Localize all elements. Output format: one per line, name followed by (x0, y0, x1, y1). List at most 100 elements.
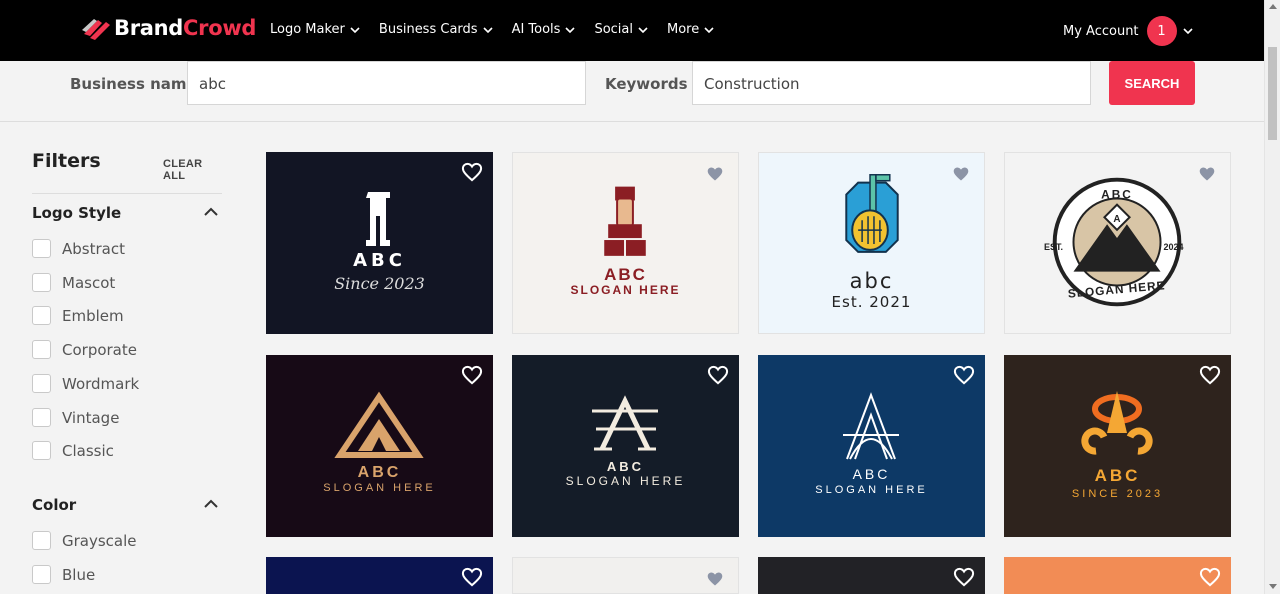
chevron-up-icon[interactable] (204, 499, 218, 508)
logo-tagline: SLOGAN HERE (323, 482, 436, 494)
scroll-thumb[interactable] (1268, 47, 1277, 140)
nav-label: Logo Maker (270, 22, 345, 37)
color-heading[interactable]: Color (32, 496, 76, 514)
logo-style-heading[interactable]: Logo Style (32, 204, 121, 222)
heart-icon[interactable] (952, 166, 970, 182)
filter-option-classic[interactable]: Classic (32, 441, 114, 460)
scroll-up-arrow-icon[interactable] (1269, 4, 1277, 9)
logo-name: ABC (1094, 466, 1141, 485)
logo-card[interactable]: ABC SLOGAN HERE (512, 152, 739, 334)
filter-option-mascot[interactable]: Mascot (32, 273, 115, 292)
badge-right-text: 2024 (1163, 242, 1184, 252)
filter-option-corporate[interactable]: Corporate (32, 340, 137, 359)
logo-name: ABC (357, 464, 402, 481)
brandcrowd-logo[interactable]: BrandCrowd (80, 14, 256, 42)
logo-card[interactable]: A ABC SLOGAN HERE EST. 2024 (1004, 152, 1231, 334)
search-button[interactable]: SEARCH (1109, 61, 1195, 105)
checkbox[interactable] (32, 408, 51, 427)
logo-preview (843, 392, 899, 460)
notification-badge[interactable]: 1 (1146, 16, 1177, 46)
divider (32, 193, 222, 194)
filter-option-grayscale[interactable]: Grayscale (32, 531, 137, 550)
checkbox[interactable] (32, 273, 51, 292)
filter-option-wordmark[interactable]: Wordmark (32, 374, 139, 393)
keywords-input[interactable]: Construction (692, 61, 1091, 105)
logo-preview (1081, 391, 1153, 455)
nav-label: AI Tools (511, 22, 561, 37)
heart-icon[interactable] (706, 571, 724, 587)
chevron-down-icon (350, 26, 360, 33)
nav-ai-tools[interactable]: AI Tools (512, 22, 576, 37)
nav-logo-maker[interactable]: Logo Maker (270, 22, 360, 37)
logo-name: abc (849, 269, 894, 293)
nav-social[interactable]: Social (594, 22, 648, 37)
nav-more[interactable]: More (667, 22, 714, 37)
chevron-down-icon (565, 26, 576, 33)
logo-card[interactable] (1004, 557, 1231, 594)
heart-icon[interactable] (706, 166, 724, 182)
option-label: Corporate (62, 340, 137, 359)
checkbox[interactable] (32, 374, 51, 393)
option-label: Vintage (62, 408, 120, 427)
logo-preview (592, 395, 658, 451)
heart-icon[interactable] (1198, 166, 1216, 182)
heart-icon[interactable] (707, 365, 729, 385)
logo-tagline: SLOGAN HERE (570, 283, 681, 297)
nav-business-cards[interactable]: Business Cards (379, 22, 493, 37)
logo-card[interactable] (266, 557, 493, 594)
scroll-down-arrow-icon[interactable] (1269, 584, 1277, 589)
logo-card[interactable]: abc Est. 2021 (758, 152, 985, 334)
chevron-down-icon (638, 26, 648, 33)
checkbox[interactable] (32, 531, 51, 550)
option-label: Mascot (62, 273, 116, 292)
logo-card[interactable]: ABC Since 2023 (266, 152, 493, 334)
filter-option-vintage[interactable]: Vintage (32, 408, 119, 427)
logo-preview (334, 391, 424, 458)
checkbox[interactable] (32, 441, 51, 460)
logo-card[interactable] (758, 557, 985, 594)
heart-icon[interactable] (461, 365, 483, 385)
svg-text:ABC: ABC (1101, 187, 1133, 201)
heart-icon[interactable] (953, 567, 975, 587)
heart-icon[interactable] (1199, 567, 1221, 587)
logo-preview (366, 192, 390, 246)
filter-option-abstract[interactable]: Abstract (32, 239, 125, 258)
logo-card[interactable]: ABC SLOGAN HERE (266, 355, 493, 537)
my-account-menu[interactable]: My Account 1 (1063, 16, 1193, 46)
nav-label: More (667, 22, 700, 37)
keywords-label: Keywords (605, 75, 688, 93)
logo-tagline: Since 2023 (334, 274, 425, 293)
checkbox[interactable] (32, 239, 51, 258)
logo-card[interactable]: ABC SLOGAN HERE (512, 355, 739, 537)
logo-name: ABC (852, 466, 891, 482)
logo-tagline: SLOGAN HERE (565, 474, 686, 488)
chevron-up-icon[interactable] (204, 207, 218, 216)
logo-card[interactable]: ABC SINCE 2023 (1004, 355, 1231, 537)
checkbox[interactable] (32, 565, 51, 584)
business-name-input[interactable]: abc (187, 61, 586, 105)
my-account-label: My Account (1063, 23, 1139, 39)
option-label: Blue (62, 565, 96, 584)
logo-tagline: SINCE 2023 (1071, 488, 1164, 500)
logo-card[interactable] (512, 557, 739, 594)
heart-icon[interactable] (461, 162, 483, 182)
option-label: Grayscale (62, 531, 137, 550)
heart-icon[interactable] (953, 365, 975, 385)
filter-option-emblem[interactable]: Emblem (32, 306, 124, 325)
top-navbar: BrandCrowd Logo Maker Business Cards AI … (0, 0, 1264, 61)
chevron-down-icon (704, 26, 714, 33)
heart-icon[interactable] (461, 567, 483, 587)
heart-icon[interactable] (1199, 365, 1221, 385)
page-scrollbar[interactable] (1264, 0, 1280, 594)
brand-name-part2: Crowd (183, 16, 257, 40)
logo-name: ABC (606, 459, 645, 474)
checkbox[interactable] (32, 306, 51, 325)
filters-sidebar: Filters CLEAR ALL Logo Style Abstract Ma… (32, 150, 222, 584)
filter-option-blue[interactable]: Blue (32, 565, 95, 584)
clear-all-button[interactable]: CLEAR ALL (163, 158, 222, 182)
chevron-down-icon (1182, 28, 1193, 35)
option-label: Wordmark (62, 374, 140, 393)
logo-card[interactable]: ABC SLOGAN HERE (758, 355, 985, 537)
checkbox[interactable] (32, 340, 51, 359)
nav-label: Business Cards (378, 22, 478, 37)
